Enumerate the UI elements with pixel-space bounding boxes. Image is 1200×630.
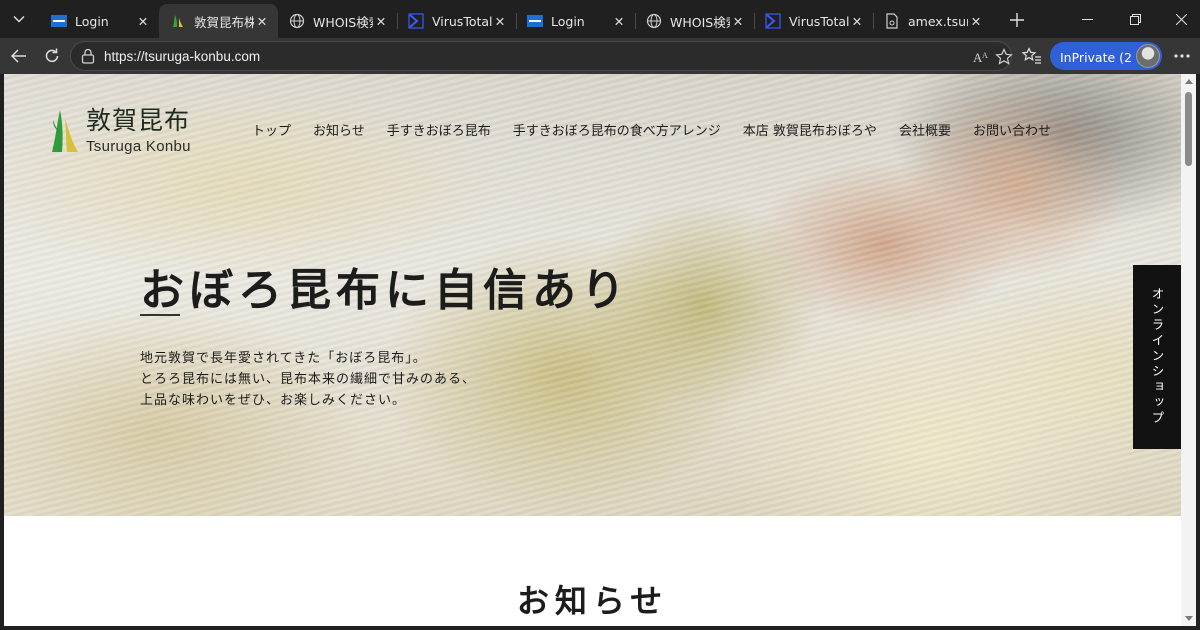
hero-headline: おぼろ昆布に自信あり: [140, 265, 630, 316]
close-icon: [1175, 13, 1187, 25]
logo-english-text: Tsuruga Konbu: [86, 138, 191, 155]
globe-icon: [289, 13, 305, 29]
site-logo[interactable]: 敦賀昆布 Tsuruga Konbu: [48, 106, 191, 156]
read-aloud-icon[interactable]: AA: [971, 47, 993, 67]
tab-strip: Login ✕ 敦賀昆布株式 ✕ WHOIS検索 | ✕ VirusTotal …: [0, 0, 1200, 38]
amex-icon: [527, 13, 543, 29]
tab-whois[interactable]: WHOIS検索 | ✕: [635, 4, 754, 38]
tab-title: 敦賀昆布株式: [194, 14, 254, 30]
tab-title: VirusTotal - IP: [432, 13, 492, 29]
global-nav: トップ お知らせ 手すきおぼろ昆布 手すきおぼろ昆布の食べ方アレンジ 本店 敦賀…: [252, 120, 1051, 139]
close-icon[interactable]: ✕: [849, 13, 865, 29]
tab-title: WHOIS検索 |: [313, 14, 373, 30]
tab-title: amex.tsuruga: [908, 13, 968, 29]
virustotal-icon: [765, 13, 781, 29]
tab-title: WHOIS検索 |: [670, 14, 730, 30]
logo-japanese-text: 敦賀昆布: [86, 106, 191, 135]
refresh-button[interactable]: [38, 43, 66, 69]
nav-item-company[interactable]: 会社概要: [899, 120, 951, 139]
favorites-list-icon: [1022, 47, 1041, 64]
minimize-icon: [1081, 18, 1093, 20]
nav-item-oboro-kombu[interactable]: 手すきおぼろ昆布: [387, 120, 491, 139]
tab-title: VirusTotal - IP: [789, 13, 849, 29]
browser-toolbar: https://tsuruga-konbu.com AA InPrivate (…: [0, 38, 1200, 74]
more-horizontal-icon: [1174, 54, 1190, 58]
scroll-thumb[interactable]: [1185, 92, 1192, 166]
restore-icon: [1129, 13, 1141, 25]
tab-login-amex[interactable]: Login ✕: [516, 4, 635, 38]
hero-description-line: とろろ昆布には無い、昆布本来の繊細で甘みのある、: [140, 372, 477, 387]
inprivate-badge[interactable]: InPrivate (2 個): [1050, 42, 1162, 70]
close-icon[interactable]: ✕: [492, 13, 508, 29]
document-link-icon: [884, 13, 900, 29]
page-viewport: 敦賀昆布 Tsuruga Konbu トップ お知らせ 手すきおぼろ昆布 手すき…: [4, 74, 1196, 626]
tab-virustotal[interactable]: VirusTotal - IP ✕: [397, 4, 516, 38]
close-window-button[interactable]: [1166, 6, 1196, 32]
settings-more-button[interactable]: [1168, 43, 1196, 69]
svg-text:A: A: [982, 51, 988, 60]
online-shop-button[interactable]: オンラインショップ: [1133, 265, 1181, 449]
close-icon[interactable]: ✕: [611, 13, 627, 29]
nav-item-main-store[interactable]: 本店 敦賀昆布おぼろや: [743, 120, 877, 139]
online-shop-label: オンラインショップ: [1149, 287, 1165, 427]
tab-virustotal[interactable]: VirusTotal - IP ✕: [754, 4, 873, 38]
restore-button[interactable]: [1120, 6, 1150, 32]
tab-whois[interactable]: WHOIS検索 | ✕: [278, 4, 397, 38]
close-icon[interactable]: ✕: [730, 13, 746, 29]
scroll-down-arrow-icon[interactable]: [1185, 616, 1193, 621]
address-bar[interactable]: https://tsuruga-konbu.com AA: [70, 41, 1015, 71]
virustotal-icon: [408, 13, 424, 29]
nav-item-news[interactable]: お知らせ: [313, 120, 365, 139]
tab-login-amex[interactable]: Login ✕: [40, 4, 159, 38]
headline-divider: [140, 314, 180, 316]
avatar[interactable]: [1136, 44, 1160, 68]
new-tab-button[interactable]: [1004, 8, 1030, 32]
arrow-left-icon: [11, 49, 26, 63]
globe-icon: [646, 13, 662, 29]
hero-description: 地元敦賀で長年愛されてきた「おぼろ昆布」。 とろろ昆布には無い、昆布本来の繊細で…: [140, 348, 476, 411]
hero-section: 敦賀昆布 Tsuruga Konbu トップ お知らせ 手すきおぼろ昆布 手すき…: [4, 74, 1196, 516]
lock-icon[interactable]: [80, 48, 96, 64]
plus-icon: [1010, 13, 1024, 27]
close-icon[interactable]: ✕: [135, 13, 151, 29]
tab-list: Login ✕ 敦賀昆布株式 ✕ WHOIS検索 | ✕ VirusTotal …: [40, 4, 992, 38]
tab-title: Login: [75, 13, 109, 29]
nav-item-recipes[interactable]: 手すきおぼろ昆布の食べ方アレンジ: [513, 120, 721, 139]
minimize-button[interactable]: [1072, 6, 1102, 32]
close-icon[interactable]: ✕: [968, 13, 984, 29]
nav-item-contact[interactable]: お問い合わせ: [973, 120, 1051, 139]
back-button[interactable]: [5, 43, 33, 69]
chevron-down-icon: [13, 15, 25, 23]
hero-description-line: 地元敦賀で長年愛されてきた「おぼろ昆布」。: [140, 351, 427, 366]
nav-item-top[interactable]: トップ: [252, 120, 291, 139]
hero-description-line: 上品な味わいをぜひ、お楽しみください。: [140, 393, 407, 408]
tab-tsuruga-kombu[interactable]: 敦賀昆布株式 ✕: [159, 4, 278, 38]
amex-icon: [51, 13, 67, 29]
close-icon[interactable]: ✕: [254, 13, 270, 29]
url-text[interactable]: https://tsuruga-konbu.com: [104, 49, 260, 64]
refresh-icon: [45, 48, 59, 63]
favorites-button[interactable]: [1018, 43, 1046, 69]
scroll-up-arrow-icon[interactable]: [1185, 79, 1193, 84]
news-section-title: お知らせ: [516, 582, 669, 620]
page-scrollbar[interactable]: [1181, 74, 1196, 626]
favorite-star-icon[interactable]: [993, 47, 1015, 67]
tab-amex-tsuruga[interactable]: amex.tsuruga ✕: [873, 4, 992, 38]
tab-title: Login: [551, 13, 585, 29]
kombu-logo-icon: [52, 110, 78, 152]
tab-actions-menu-button[interactable]: [6, 7, 32, 31]
tsuruga-kombu-favicon: [170, 13, 186, 29]
close-icon[interactable]: ✕: [373, 13, 389, 29]
